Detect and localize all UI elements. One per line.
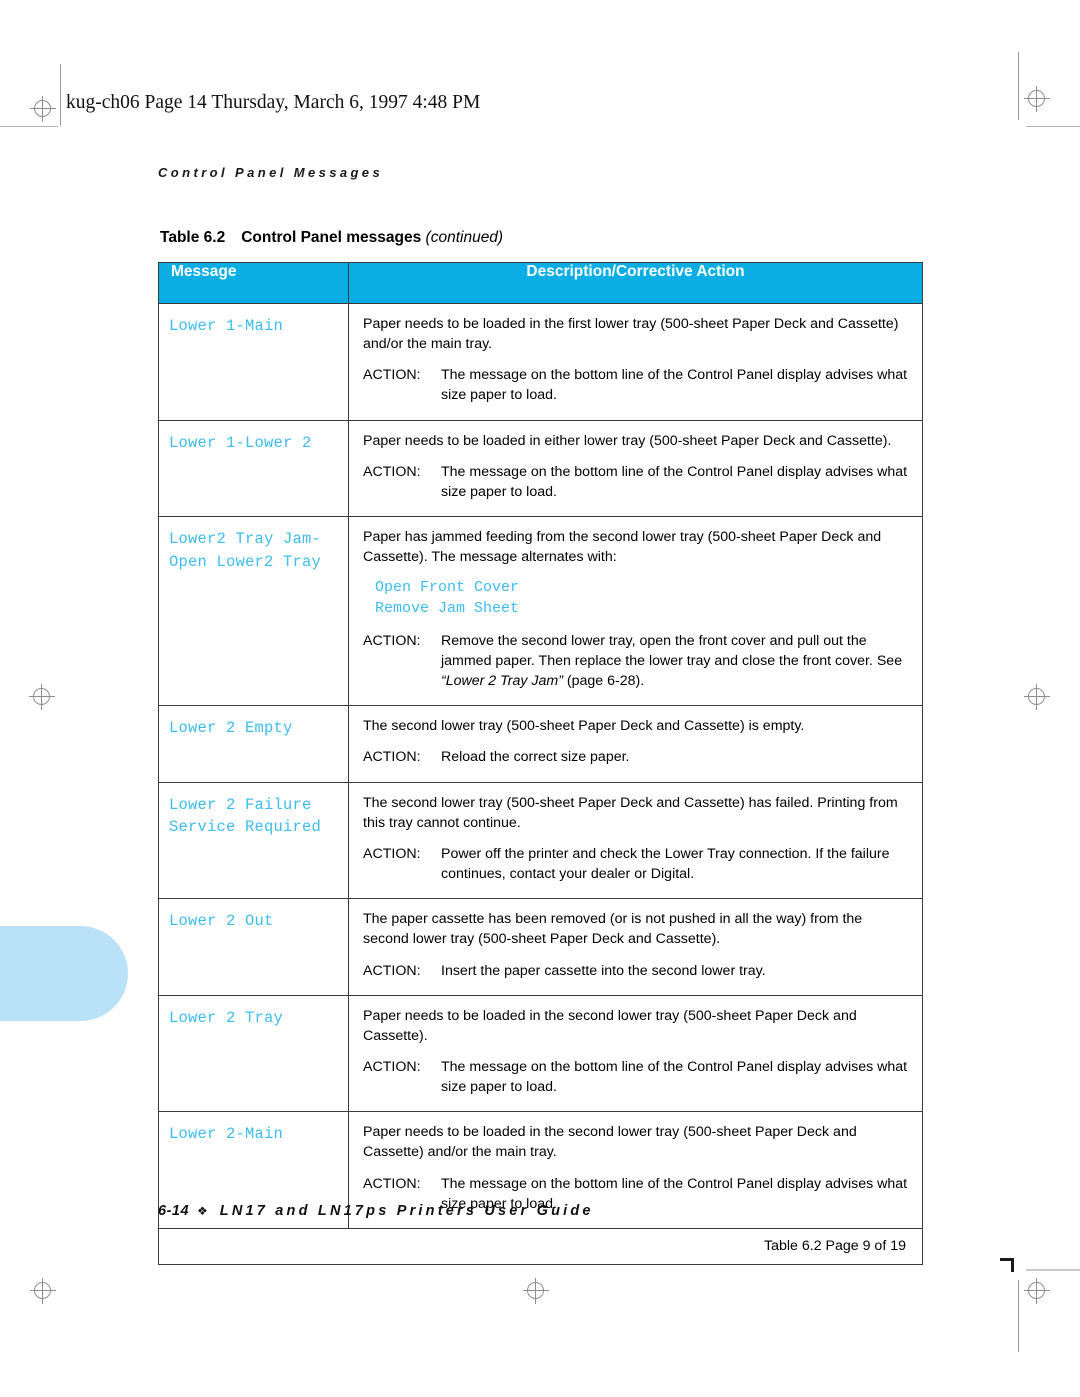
table-footer-note: Table 6.2 Page 9 of 19 [158, 1227, 923, 1265]
table-row: Lower 2 Failure Service Required The sec… [158, 781, 923, 900]
message-cell: Lower 1-Main [158, 303, 349, 421]
table-body: Lower 1-Main Paper needs to be loaded in… [158, 303, 923, 1265]
column-header-description: Description/Corrective Action [348, 262, 923, 304]
action-text: Reload the correct size paper. [441, 749, 630, 766]
alternating-message-line: Open Front Cover [375, 579, 520, 597]
table-caption-title: Control Panel messages [241, 229, 422, 246]
description-cell: Paper needs to be loaded in either lower… [348, 419, 923, 518]
diamond-icon: ❖ [197, 1204, 208, 1218]
alternating-message-line: Remove Jam Sheet [375, 600, 520, 618]
page-footer: 6-14 ❖ LN17 and LN17ps Printers User Guide [158, 1203, 594, 1219]
action-label: ACTION: [363, 463, 421, 480]
description-text: Paper needs to be loaded in either lower… [363, 432, 892, 449]
action-block: ACTION: Power off the printer and check … [363, 844, 910, 884]
action-text: Power off the printer and check the Lowe… [441, 845, 890, 883]
crop-mark-bottom-right [1000, 1258, 1014, 1272]
description-cell: Paper needs to be loaded in the first lo… [348, 303, 923, 421]
description-text: The second lower tray (500-sheet Paper D… [363, 718, 805, 735]
control-panel-messages-table: Message Description/Corrective Action Lo… [158, 262, 923, 1265]
message-cell: Lower 1-Lower 2 [158, 419, 349, 518]
message-cell: Lower 2 Out [158, 898, 349, 996]
table-row: Lower 1-Main Paper needs to be loaded in… [158, 303, 923, 421]
table-caption-continued: (continued) [425, 229, 504, 246]
registration-mark-bottom-left [30, 1278, 56, 1304]
table-row: Lower2 Tray Jam- Open Lower2 Tray Paper … [158, 516, 923, 707]
guide-title: LN17 and LN17ps Printers User Guide [219, 1203, 594, 1219]
registration-mark-top-right [1024, 86, 1050, 112]
action-text-lead: Remove the second lower tray, open the f… [441, 632, 903, 669]
trim-line-top-right [1026, 126, 1080, 127]
chapter-index-tab [0, 926, 128, 1021]
action-text: The message on the bottom line of the Co… [441, 463, 908, 500]
description-cell: Paper needs to be loaded in the second l… [348, 994, 923, 1113]
trim-line-top-left [0, 126, 58, 127]
file-date-stamp: kug-ch06 Page 14 Thursday, March 6, 1997… [66, 92, 481, 113]
running-head: Control Panel Messages [158, 165, 384, 180]
trim-line-right [1018, 52, 1019, 120]
description-text: Paper needs to be loaded in the second l… [363, 1007, 857, 1044]
description-cell: The second lower tray (500-sheet Paper D… [348, 781, 923, 900]
action-text: The message on the bottom line of the Co… [441, 1058, 908, 1096]
action-block: ACTION: The message on the bottom line o… [363, 365, 910, 405]
action-label: ACTION: [363, 1058, 421, 1075]
table-row: Lower 2 Empty The second lower tray (500… [158, 705, 923, 783]
description-text: Paper has jammed feeding from the second… [363, 529, 882, 566]
description-text: Paper needs to be loaded in the second l… [363, 1124, 857, 1161]
table-row: Lower 1-Lower 2 Paper needs to be loaded… [158, 419, 923, 518]
registration-mark-bottom-right [1024, 1278, 1050, 1304]
message-cell: Lower 2 Tray [158, 994, 349, 1113]
crop-mark-corner-glyph [1000, 1258, 1014, 1272]
table-caption: Table 6.2 Control Panel messages (continu… [160, 229, 503, 247]
trim-line-bottom-right [1026, 1269, 1080, 1271]
action-label: ACTION: [363, 845, 421, 862]
action-label: ACTION: [363, 632, 421, 649]
table-head: Message Description/Corrective Action [158, 262, 923, 304]
trim-line-bottom-right-v [1018, 1280, 1019, 1352]
registration-mark-left-middle [29, 684, 55, 710]
description-cell: The second lower tray (500-sheet Paper D… [348, 705, 923, 783]
table-caption-label: Table 6.2 [160, 229, 226, 246]
table-row: Lower 2 Out The paper cassette has been … [158, 898, 923, 996]
column-header-message: Message [158, 262, 349, 304]
message-cell: Lower2 Tray Jam- Open Lower2 Tray [158, 516, 349, 707]
action-text: Remove the second lower tray, open the f… [441, 631, 910, 691]
description-text: The paper cassette has been removed (or … [363, 911, 863, 948]
action-block: ACTION: Insert the paper cassette into t… [363, 961, 910, 981]
cross-reference-page: (page 6-28). [562, 673, 645, 690]
description-text: The second lower tray (500-sheet Paper D… [363, 794, 898, 831]
registration-mark-top-left [30, 96, 56, 122]
action-text: The message on the bottom line of the Co… [441, 367, 908, 404]
registration-mark-right-middle [1024, 684, 1050, 710]
trim-line-left [60, 64, 61, 126]
description-text: Paper needs to be loaded in the first lo… [363, 316, 899, 353]
page-number: 6-14 [158, 1203, 190, 1219]
action-block: ACTION: Remove the second lower tray, op… [363, 631, 910, 691]
action-block: ACTION: The message on the bottom line o… [363, 462, 910, 502]
description-cell: The paper cassette has been removed (or … [348, 898, 923, 996]
action-label: ACTION: [363, 749, 421, 766]
action-block: ACTION: Reload the correct size paper. [363, 747, 910, 767]
table-row: Lower 2 Tray Paper needs to be loaded in… [158, 994, 923, 1113]
alternating-message-block: Open Front Cover Remove Jam Sheet [363, 578, 910, 619]
registration-mark-bottom-center [523, 1278, 549, 1304]
action-label: ACTION: [363, 367, 421, 384]
action-block: ACTION: The message on the bottom line o… [363, 1057, 910, 1097]
description-cell: Paper has jammed feeding from the second… [348, 516, 923, 707]
table-header-row: Message Description/Corrective Action [158, 262, 923, 304]
cross-reference-title: “Lower 2 Tray Jam” [441, 673, 563, 690]
message-cell: Lower 2 Empty [158, 705, 349, 783]
action-label: ACTION: [363, 962, 421, 979]
message-cell: Lower 2 Failure Service Required [158, 781, 349, 900]
action-text: Insert the paper cassette into the secon… [441, 962, 766, 979]
table-footer-row: Table 6.2 Page 9 of 19 [158, 1227, 923, 1265]
